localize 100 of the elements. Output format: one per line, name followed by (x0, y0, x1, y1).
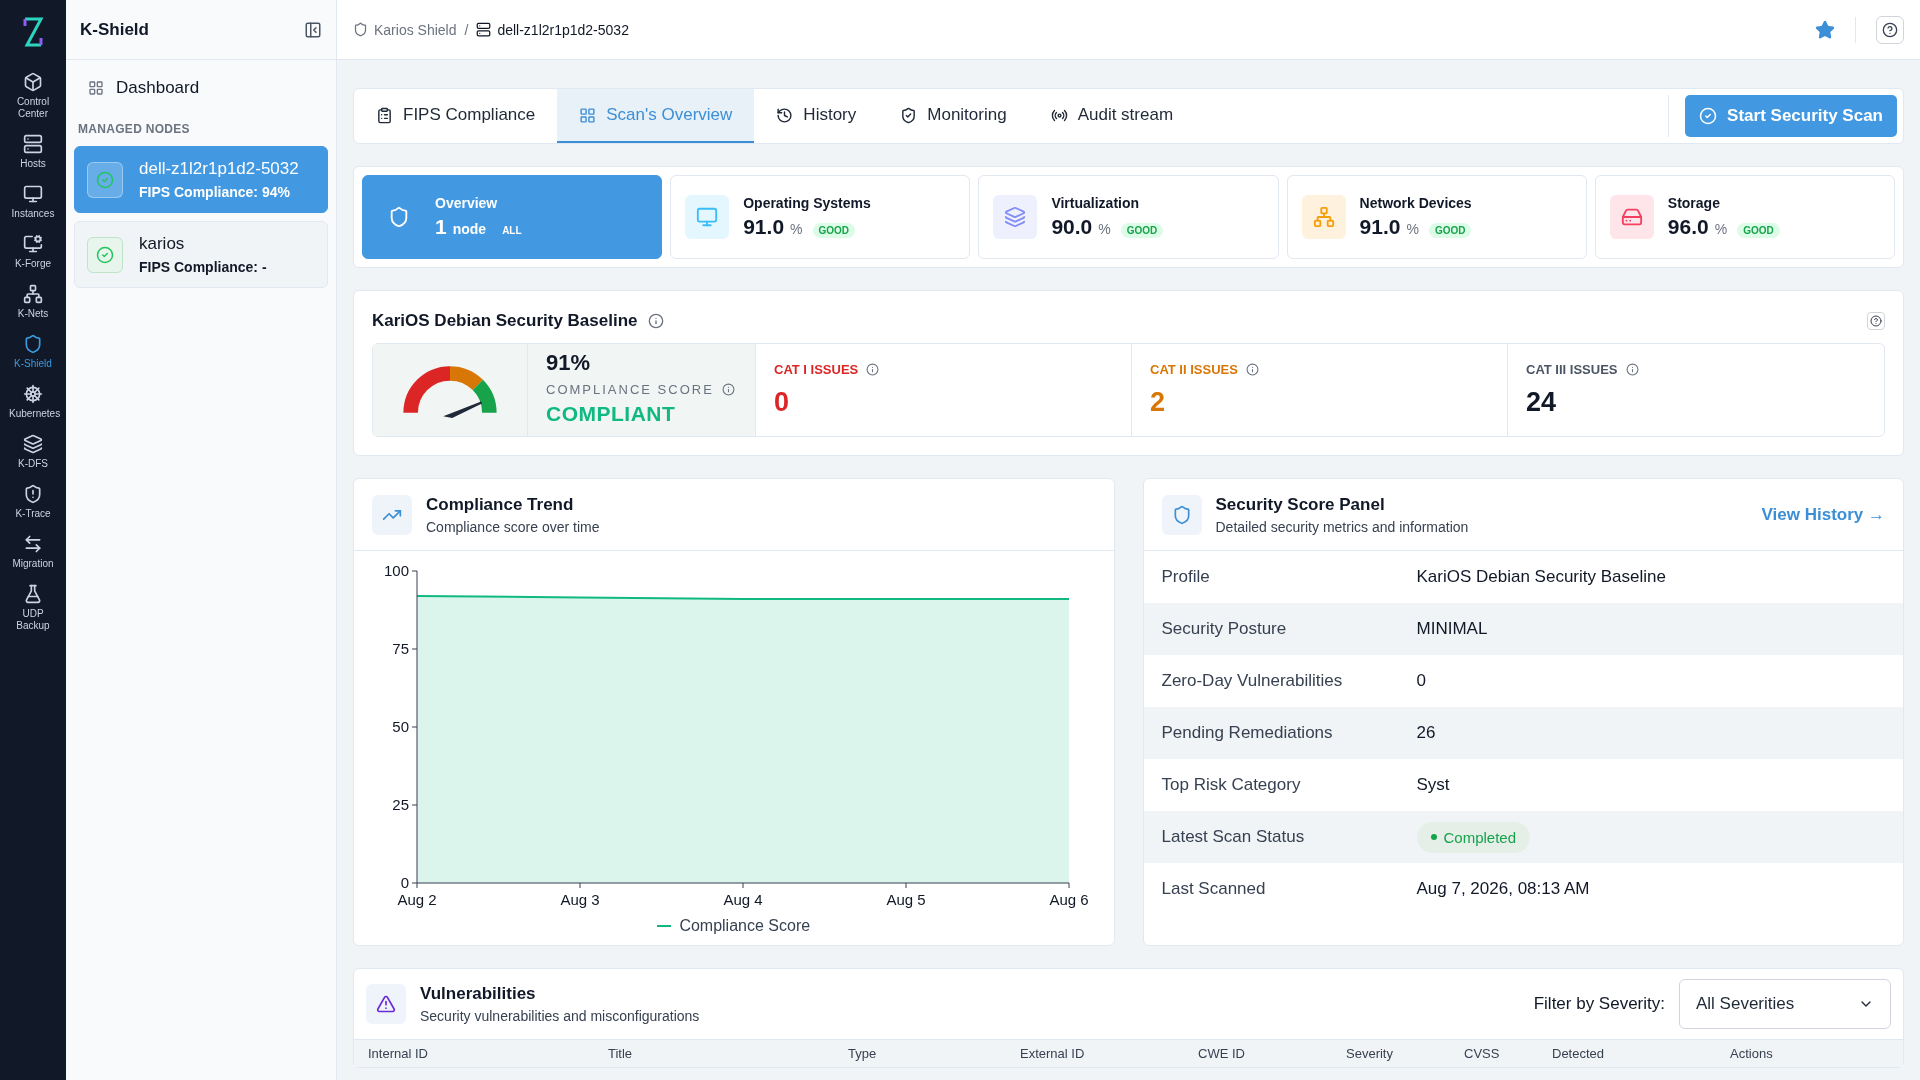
node-compliance: FIPS Compliance: - (139, 259, 267, 275)
field-label: Top Risk Category (1161, 775, 1302, 795)
warning-icon (366, 984, 406, 1024)
rail-label: K-Forge (13, 258, 53, 270)
card-unit: node (452, 221, 487, 237)
summary-card[interactable]: Operating Systems 91.0 % GOOD (670, 175, 971, 259)
score-label: COMPLIANCE SCORE (546, 382, 714, 397)
card-title: Virtualization (1051, 195, 1141, 211)
legend-label: Compliance Score (679, 917, 811, 935)
sidebar-title: K-Shield (80, 19, 149, 40)
help-icon[interactable] (1867, 312, 1885, 330)
tab[interactable]: Audit stream (1028, 89, 1196, 143)
x-tick-label: Aug 6 (1049, 891, 1089, 908)
tab[interactable]: History (754, 89, 879, 143)
breadcrumb-link[interactable]: Karios Shield (353, 21, 457, 38)
status-badge: GOOD (812, 223, 856, 238)
rail-label: K-DFS (17, 458, 49, 470)
column-header[interactable]: External ID (1020, 1046, 1198, 1061)
rail-label: Control Center (15, 96, 51, 120)
summary-card[interactable]: Storage 96.0 % GOOD (1594, 175, 1895, 259)
dashboard-link[interactable]: Dashboard (66, 60, 336, 110)
severity-select[interactable]: All Severities (1679, 979, 1891, 1029)
rail-item[interactable]: K-Forge (3, 234, 63, 270)
check-circle-icon (1699, 107, 1718, 125)
rail-item[interactable]: Hosts (3, 134, 63, 170)
filter-label: Filter by Severity: (1533, 994, 1665, 1014)
field-label: Pending Remediations (1161, 723, 1334, 743)
column-header[interactable]: Detected (1552, 1046, 1730, 1061)
column-header[interactable]: Title (608, 1046, 848, 1061)
card-value: 91.0 (1359, 215, 1401, 239)
info-icon[interactable] (647, 313, 664, 329)
column-header[interactable]: CVSS (1464, 1046, 1552, 1061)
issue-count: 24 (1526, 387, 1558, 418)
card-value: 91.0 (743, 215, 785, 239)
status-badge: GOOD (1737, 223, 1780, 238)
rail-item[interactable]: K-DFS (3, 434, 63, 470)
rail-label: K-Trace (14, 508, 52, 520)
rail-item[interactable]: K-Nets (3, 284, 63, 320)
rail-label: K-Shield (13, 358, 53, 370)
info-icon[interactable] (866, 363, 880, 376)
rail-item[interactable]: Instances (3, 184, 63, 220)
breadcrumb-link[interactable]: dell-z1l2r1p1d2-5032 (476, 21, 629, 38)
field-value: MINIMAL (1416, 619, 1489, 639)
field-label: Latest Scan Status (1161, 827, 1306, 847)
rail-item[interactable]: Kubernetes (3, 384, 63, 420)
card-title: Overview (435, 195, 499, 211)
check-icon (87, 236, 123, 273)
column-header[interactable]: CWE ID (1198, 1046, 1346, 1061)
grid-icon (88, 80, 104, 96)
rail-item[interactable]: K-Shield (3, 334, 63, 370)
status-pill: Completed (1416, 821, 1531, 853)
cube-icon (23, 72, 43, 92)
shield-icon (353, 22, 368, 37)
issue-label: CAT II ISSUES (1150, 362, 1238, 377)
card-title: Storage (1667, 195, 1721, 211)
column-header[interactable]: Severity (1346, 1046, 1464, 1061)
rail-item[interactable]: K-Trace (3, 484, 63, 520)
history-icon (776, 106, 794, 124)
baseline-title: KariOS Debian Security Baseline (372, 311, 638, 331)
wheel-icon (23, 384, 43, 404)
node-compliance: FIPS Compliance: 94% (139, 184, 291, 200)
rail-item[interactable]: Control Center (3, 72, 63, 120)
help-button[interactable] (1876, 15, 1904, 44)
scope-label: ALL (501, 224, 523, 238)
issue-count: 2 (1150, 387, 1167, 418)
status-badge: GOOD (1428, 223, 1472, 238)
rail-label: Migration (11, 558, 55, 570)
y-tick-label: 75 (392, 640, 409, 657)
tab[interactable]: FIPS Compliance (354, 89, 558, 143)
grid-icon (579, 106, 597, 124)
summary-card[interactable]: Network Devices 91.0 % GOOD (1286, 175, 1587, 259)
card-unit: % (1098, 221, 1111, 237)
info-icon[interactable] (721, 383, 735, 396)
field-value: KariOS Debian Security Baseline (1416, 567, 1667, 587)
x-tick-label: Aug 3 (560, 891, 600, 908)
info-icon[interactable] (1245, 363, 1259, 376)
card-title: Operating Systems (743, 195, 871, 211)
flask-icon (23, 584, 43, 604)
card-unit: % (1714, 221, 1728, 237)
summary-card[interactable]: Virtualization 90.0 % GOOD (978, 175, 1279, 259)
star-icon[interactable] (1815, 19, 1835, 40)
clipboard-icon (376, 106, 393, 124)
server-icon (23, 134, 43, 154)
node-card[interactable]: karios FIPS Compliance: - (74, 221, 328, 288)
y-tick-label: 25 (392, 796, 409, 813)
column-header[interactable]: Actions (1730, 1046, 1889, 1061)
info-icon[interactable] (1625, 363, 1639, 376)
shield-icon (1161, 494, 1202, 535)
column-header[interactable]: Internal ID (368, 1046, 608, 1061)
rail-item[interactable]: UDP Backup (3, 584, 63, 632)
card-unit: % (790, 221, 803, 237)
y-tick-label: 0 (400, 874, 409, 891)
collapse-panel-icon[interactable] (304, 20, 322, 39)
tab[interactable]: Monitoring (878, 89, 1029, 143)
logo-icon (21, 16, 45, 48)
rail-label: Hosts (19, 158, 47, 170)
column-header[interactable]: Type (848, 1046, 1020, 1061)
field-label: Security Posture (1161, 619, 1288, 639)
x-tick-label: Aug 2 (397, 891, 437, 908)
rail-item[interactable]: Migration (3, 534, 63, 570)
